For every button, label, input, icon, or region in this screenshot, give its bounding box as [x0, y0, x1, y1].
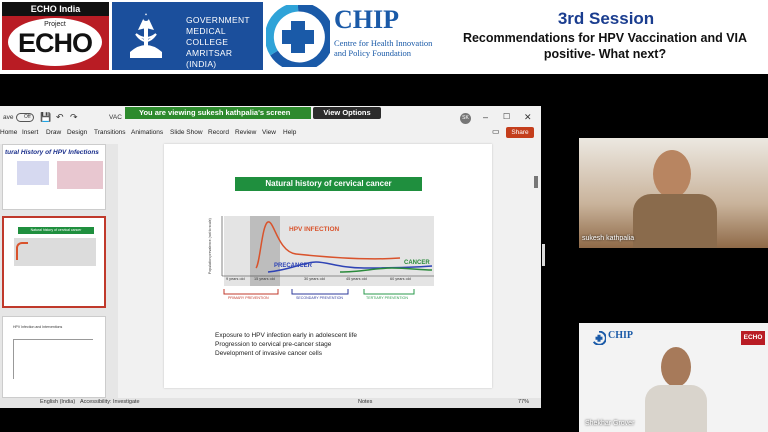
primary-prevention-label: PRIMARY PREVENTION — [228, 296, 269, 300]
participant1-name: sukesh kathpalia — [582, 235, 635, 242]
file-name[interactable]: VAC — [109, 114, 122, 121]
menu-draw[interactable]: Draw — [46, 129, 61, 136]
age-label-15: 15 years old — [254, 277, 275, 281]
age-label-45: 45 years old — [346, 277, 367, 281]
maximize-icon[interactable]: ☐ — [503, 112, 510, 121]
menu-record[interactable]: Record — [208, 129, 229, 136]
tertiary-bracket — [363, 289, 415, 295]
menu-transitions[interactable]: Transitions — [94, 129, 126, 136]
echo-project-label: Project — [44, 21, 66, 28]
header-banner: ECHO India Project ECHO GOVERNMENT MEDIC… — [0, 0, 768, 74]
session-subtitle: Recommendations for HPV Vaccination and … — [446, 30, 764, 62]
participant2-body — [645, 385, 707, 432]
status-zoom[interactable]: 77% — [518, 399, 529, 405]
slide-thumbnail-3[interactable]: HPV Infection and Interventions — [2, 316, 106, 398]
gmc-line-1: GOVERNMENT — [186, 15, 250, 25]
hpv-label: HPV INFECTION — [289, 226, 340, 233]
session-sub-line-1: Recommendations for HPV Vaccination and … — [462, 31, 748, 45]
chip-sub-line-1: Centre for Health Innovation — [334, 38, 433, 48]
chip-cross-icon — [266, 5, 330, 67]
chip-subtitle: Centre for Health Innovation and Policy … — [334, 38, 432, 58]
gmc-logo: GOVERNMENT MEDICAL COLLEGE AMRITSAR (IND… — [112, 2, 263, 70]
thumb3-title: HPV Infection and Interventions — [13, 325, 63, 329]
bullet-1: Exposure to HPV infection early in adole… — [215, 332, 357, 339]
view-options-button[interactable]: View Options — [313, 107, 381, 119]
menu-animations[interactable]: Animations — [131, 129, 163, 136]
save-icon[interactable]: 💾 — [40, 112, 51, 123]
echo-mini-logo: ECHO — [741, 331, 765, 345]
echo-logo-word: ECHO — [17, 28, 93, 58]
gmc-line-2: MEDICAL COLLEGE — [186, 26, 229, 47]
undo-icon[interactable]: ↶ — [56, 112, 64, 123]
status-accessibility[interactable]: Accessibility: Investigate — [80, 399, 140, 405]
secondary-prevention-label: SECONDARY PREVENTION — [296, 296, 343, 300]
participant2-face — [661, 347, 691, 387]
tertiary-prevention-label: TERTIARY PREVENTION — [366, 296, 408, 300]
echo-logo-circle: Project ECHO — [8, 18, 102, 66]
participant-video-1[interactable]: sukesh kathpalia — [579, 138, 768, 248]
echo-india-label: ECHO India — [2, 2, 109, 16]
secondary-bracket — [291, 289, 349, 295]
slide-bullets: Exposure to HPV infection early in adole… — [215, 331, 357, 358]
chip-mini-logo: CHIP — [608, 330, 633, 341]
ppt-ribbon-menu: Home Insert Draw Design Transitions Anim… — [0, 127, 541, 140]
bullet-2: Progression to cervical pre-cancer stage — [215, 341, 332, 348]
status-language[interactable]: English (India) — [40, 399, 75, 405]
menu-insert[interactable]: Insert — [22, 129, 38, 136]
thumb1-image-left — [17, 161, 49, 185]
chip-sub-line-2: and Policy Foundation — [334, 48, 411, 58]
main-slide: Natural history of cervical cancer Popul… — [164, 144, 492, 388]
close-icon[interactable]: ✕ — [524, 112, 532, 123]
thumb1-title: tural History of HPV Infections — [5, 149, 99, 156]
session-sub-line-2: positive- What next? — [543, 47, 667, 61]
menu-design[interactable]: Design — [67, 129, 87, 136]
ppt-status-bar: English (India) Accessibility: Investiga… — [0, 398, 541, 408]
redo-icon[interactable]: ↷ — [70, 112, 78, 123]
minimize-icon[interactable]: – — [483, 112, 488, 122]
slide-thumbnail-panel[interactable]: tural History of HPV Infections Natural … — [0, 144, 118, 398]
precancer-label: PRECANCER — [274, 263, 313, 269]
cancer-label: CANCER — [404, 260, 430, 266]
comment-icon[interactable]: ▭ — [492, 127, 500, 136]
viewing-banner: You are viewing sukesh kathpalia's scree… — [125, 107, 311, 119]
thumb2-curve — [16, 242, 28, 260]
autosave-toggle[interactable]: Off — [16, 113, 34, 122]
user-avatar[interactable]: SK — [460, 113, 471, 124]
share-button[interactable]: Share — [506, 127, 534, 138]
shared-screen-powerpoint: ave Off 💾 ↶ ↷ VAC SK – ☐ ✕ Home Insert D… — [0, 106, 541, 408]
chip-logo-word: CHIP — [334, 5, 399, 34]
age-label-60: 60 years old — [390, 277, 411, 281]
thumb2-title: Natural history of cervical cancer — [18, 227, 94, 234]
menu-review[interactable]: Review — [235, 129, 256, 136]
y-axis-label: Population prevalence (not to scale) — [208, 218, 212, 274]
autosave-label: ave — [3, 114, 14, 121]
primary-bracket — [223, 289, 279, 295]
participant1-face — [653, 150, 691, 198]
participant1-body — [633, 194, 717, 248]
status-notes[interactable]: Notes — [358, 399, 372, 405]
age-label-9: 9 years old — [226, 277, 245, 281]
chip-mini-icon — [592, 331, 606, 345]
menu-home[interactable]: Home — [0, 129, 17, 136]
age-label-30: 30 years old — [304, 277, 325, 281]
vertical-scrollbar[interactable] — [534, 176, 538, 188]
slide-thumbnail-2[interactable]: Natural history of cervical cancer — [2, 216, 106, 308]
participant-video-2[interactable]: CHIP ECHO Shekhar Grover — [579, 323, 768, 432]
thumb3-diagram — [13, 339, 93, 379]
bullet-3: Development of invasive cancer cells — [215, 350, 322, 357]
menu-view[interactable]: View — [262, 129, 276, 136]
participant2-name: Shekhar Grover — [585, 420, 635, 427]
gmc-emblem-icon — [116, 8, 176, 66]
slide-thumbnail-1[interactable]: tural History of HPV Infections — [2, 144, 106, 210]
menu-slideshow[interactable]: Slide Show — [170, 129, 203, 136]
gallery-divider-handle[interactable] — [542, 244, 545, 266]
menu-help[interactable]: Help — [283, 129, 296, 136]
echo-india-logo: ECHO India Project ECHO — [2, 2, 109, 70]
thumb1-image-right — [57, 161, 103, 189]
gmc-line-3: AMRITSAR (INDIA) — [186, 48, 233, 69]
session-title: 3rd Session — [557, 9, 655, 28]
